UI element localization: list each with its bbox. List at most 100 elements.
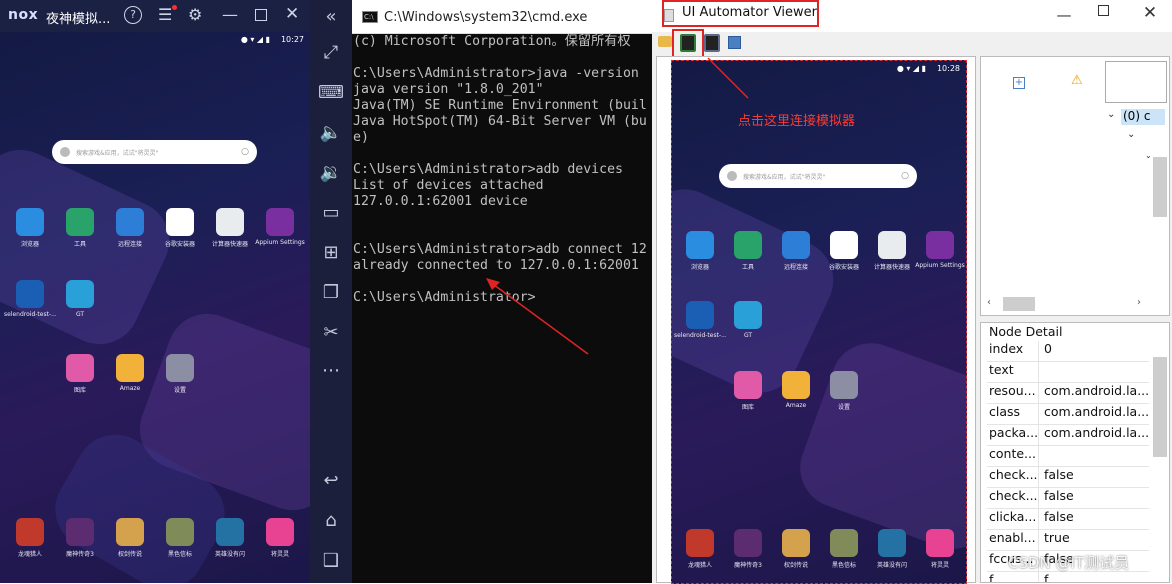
app-selendroid[interactable]: selendroid-test-... [674, 301, 726, 339]
app-gt[interactable]: GT [54, 280, 106, 318]
minimize-icon[interactable]: — [222, 5, 238, 24]
cmd-line: 127.0.0.1:62001 device [353, 194, 528, 209]
app-settings[interactable]: 设置 [154, 354, 206, 394]
remote-icon [116, 208, 144, 236]
app-google[interactable]: 谷歌安装器 [818, 231, 870, 271]
expand-all-icon[interactable]: + [1013, 77, 1025, 89]
app-folder[interactable]: Amaze [104, 354, 156, 392]
appium-icon [266, 208, 294, 236]
phone-search-placeholder: 搜索游戏&应用，试试"将灵灵" [743, 173, 826, 181]
app-game4[interactable]: 黑色信标 [818, 529, 870, 569]
scissors-icon[interactable]: ✂ [318, 320, 344, 346]
app-game1[interactable]: 龙魂猎人 [674, 529, 726, 569]
app-folder[interactable]: Amaze [770, 371, 822, 409]
maximize-icon[interactable] [255, 9, 267, 21]
captured-phone-screen[interactable]: ● ▾ ◢ ▮ 10:28 搜索游戏&应用，试试"将灵灵" ○ 浏览器 工具 远… [671, 60, 967, 584]
app-google[interactable]: 谷歌安装器 [154, 208, 206, 248]
app-game1[interactable]: 龙魂猎人 [4, 518, 56, 558]
tree-chevron-icon-3[interactable]: ⌄ [1145, 151, 1152, 160]
detail-row[interactable]: check... false [987, 488, 1149, 509]
home-search-bar[interactable]: 搜索游戏&应用，试试"将灵灵" ○ [52, 140, 257, 164]
collapse-icon[interactable]: « [318, 4, 344, 30]
detail-scrollbar[interactable] [1153, 357, 1167, 457]
warning-icon[interactable]: ⚠ [1071, 73, 1083, 88]
volume-up-icon[interactable]: 🔈 [318, 120, 344, 146]
app-game2[interactable]: 魔神传奇3 [54, 518, 106, 558]
more-icon[interactable]: ⋯ [318, 358, 344, 384]
app-game4[interactable]: 黑色信标 [154, 518, 206, 558]
app-gt[interactable]: GT [722, 301, 774, 339]
app-label: GT [75, 311, 85, 318]
fullscreen-icon[interactable]: ⤢ [318, 40, 344, 66]
status-time: 10:27 [280, 35, 304, 44]
app-gallery[interactable]: 图库 [722, 371, 774, 411]
device-screenshot-compressed-icon[interactable] [704, 34, 720, 52]
detail-row[interactable]: f... f... [987, 572, 1149, 582]
recent-apps-icon[interactable]: ❑ [318, 548, 344, 574]
tree-node-root[interactable]: (0) c [1121, 109, 1165, 125]
app-game3[interactable]: 权剑传说 [770, 529, 822, 569]
apk-install-icon[interactable]: ⊞ [318, 240, 344, 266]
settings-icon [166, 354, 194, 382]
app-calculator[interactable]: 计算器快速器 [866, 231, 918, 271]
detail-row[interactable]: class com.android.la... [987, 404, 1149, 425]
app-label: 设置 [173, 387, 186, 394]
tree-scroll-left-icon[interactable]: ‹ [987, 297, 991, 308]
menu-icon[interactable]: ☰ [158, 5, 172, 24]
tools-icon [66, 208, 94, 236]
device-screenshot-panel[interactable]: ● ▾ ◢ ▮ 10:28 搜索游戏&应用，试试"将灵灵" ○ 浏览器 工具 远… [656, 56, 976, 584]
keyboard-icon[interactable]: ⌨ [318, 80, 344, 106]
close-icon[interactable]: ✕ [285, 4, 299, 24]
app-game5[interactable]: 英雄没有闪 [866, 529, 918, 569]
browser-icon [686, 231, 714, 259]
help-icon[interactable]: ? [124, 6, 142, 24]
multi-window-icon[interactable]: ❐ [318, 280, 344, 306]
game3-icon [116, 518, 144, 546]
tree-horizontal-scrollbar[interactable] [1003, 297, 1035, 311]
detail-row[interactable]: index 0 [987, 341, 1149, 362]
app-browser[interactable]: 浏览器 [4, 208, 56, 248]
detail-row[interactable]: enabl... true [987, 530, 1149, 551]
app-selendroid[interactable]: selendroid-test-... [4, 280, 56, 318]
tree-chevron-icon-2[interactable]: ⌄ [1127, 129, 1135, 140]
app-remote[interactable]: 远程连接 [104, 208, 156, 248]
volume-down-icon[interactable]: 🔉 [318, 160, 344, 186]
app-game3[interactable]: 权剑传说 [104, 518, 156, 558]
app-game6[interactable]: 将灵灵 [254, 518, 306, 558]
detail-row[interactable]: packa... com.android.la... [987, 425, 1149, 446]
detail-row[interactable]: resou... com.android.la... [987, 383, 1149, 404]
app-settings[interactable]: 设置 [818, 371, 870, 411]
uia-maximize-icon[interactable] [1098, 5, 1109, 16]
app-label: 龙魂猎人 [687, 562, 712, 569]
screen-icon[interactable]: ▭ [318, 200, 344, 226]
app-game2[interactable]: 魔神传奇3 [722, 529, 774, 569]
open-folder-icon[interactable] [658, 36, 672, 47]
tree-scroll-right-icon[interactable]: › [1137, 297, 1141, 308]
app-game6[interactable]: 将灵灵 [914, 529, 966, 569]
app-tools[interactable]: 工具 [722, 231, 774, 271]
detail-row[interactable]: clicka... false [987, 509, 1149, 530]
app-label: 谷歌安装器 [164, 241, 195, 248]
app-appium[interactable]: Appium Settings [914, 231, 966, 269]
app-gallery[interactable]: 图库 [54, 354, 106, 394]
app-game5[interactable]: 英雄没有闪 [204, 518, 256, 558]
app-browser[interactable]: 浏览器 [674, 231, 726, 271]
hierarchy-tree-panel[interactable]: + ⚠ ⌄ (0) c ⌄ ⌄ ‹ › [980, 56, 1170, 316]
search-logo-icon [60, 147, 70, 157]
app-remote[interactable]: 远程连接 [770, 231, 822, 271]
app-tools[interactable]: 工具 [54, 208, 106, 248]
uia-close-icon[interactable]: ✕ [1130, 3, 1170, 23]
tree-vertical-scrollbar[interactable] [1153, 157, 1167, 217]
home-icon[interactable]: ⌂ [318, 508, 344, 534]
phone-search-bar[interactable]: 搜索游戏&应用，试试"将灵灵" ○ [719, 164, 917, 188]
back-icon[interactable]: ↩ [318, 468, 344, 494]
tree-chevron-icon[interactable]: ⌄ [1107, 109, 1115, 120]
gear-icon[interactable]: ⚙ [188, 5, 202, 24]
detail-row[interactable]: check... false [987, 467, 1149, 488]
detail-row[interactable]: text [987, 362, 1149, 383]
app-appium[interactable]: Appium Settings [254, 208, 306, 246]
save-icon[interactable] [728, 36, 741, 49]
app-calculator[interactable]: 计算器快速器 [204, 208, 256, 248]
uia-minimize-icon[interactable]: — [1044, 6, 1084, 24]
detail-row[interactable]: conte... [987, 446, 1149, 467]
